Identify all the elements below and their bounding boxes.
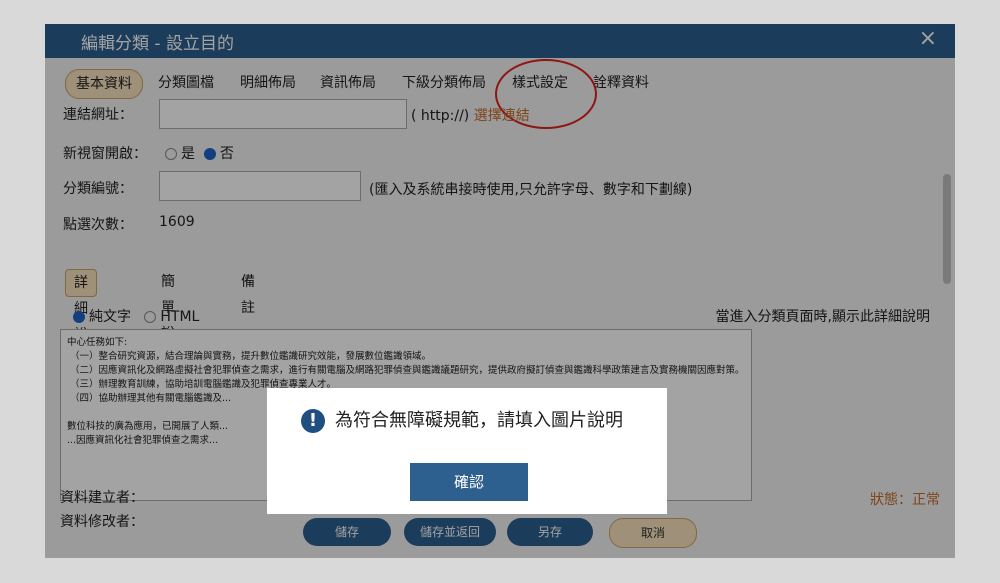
alert-message-row: ! 為符合無障礙規範，請填入圖片說明	[301, 406, 623, 433]
alert-message: 為符合無障礙規範，請填入圖片說明	[335, 410, 623, 431]
confirm-button[interactable]: 確認	[410, 463, 528, 501]
exclamation-icon: !	[301, 409, 325, 433]
alert-dialog: ! 為符合無障礙規範，請填入圖片說明 確認	[267, 388, 667, 514]
